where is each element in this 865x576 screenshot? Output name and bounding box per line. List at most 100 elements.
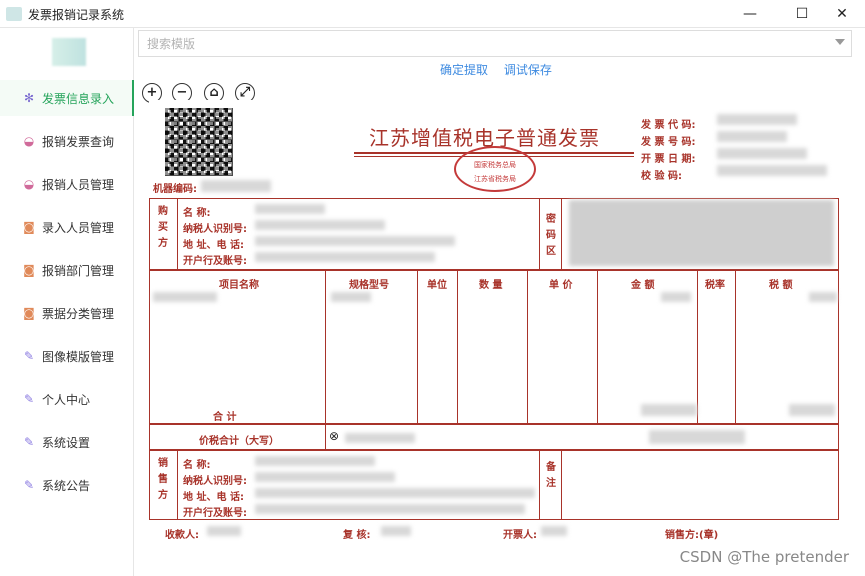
redacted-value [255, 204, 325, 214]
confirm-extract-link[interactable]: 确定提取 [440, 63, 488, 77]
nav-label: 个人中心 [42, 392, 91, 407]
redacted-value [201, 180, 271, 192]
close-button[interactable]: ✕ [819, 0, 865, 28]
divider [417, 270, 418, 424]
divider [177, 198, 178, 270]
redacted-value [717, 148, 807, 159]
nav-label: 录入人员管理 [42, 220, 115, 235]
nav-system-announcement[interactable]: ✎ 系统公告 [0, 467, 134, 503]
redacted-value [255, 488, 535, 498]
template-search[interactable] [138, 30, 852, 57]
brush-icon: ✎ [23, 349, 35, 363]
redacted-value [717, 114, 797, 125]
divider [561, 198, 562, 270]
check-code-label: 校 验 码: [641, 171, 682, 182]
col-item-name: 项目名称 [219, 280, 259, 291]
invoice-image[interactable]: 机器编码: 江苏增值税电子普通发票 国家税务总局 江苏省税务局 发 票 代 码:… [149, 100, 843, 570]
redacted-value [789, 404, 835, 416]
nav-system-settings[interactable]: ✎ 系统设置 [0, 424, 134, 460]
divider [539, 450, 540, 520]
divider [527, 270, 528, 424]
redacted-value [649, 430, 745, 444]
payee-label: 收款人: [165, 530, 199, 541]
nav-label: 图像模版管理 [42, 349, 115, 364]
col-price: 单 价 [549, 280, 573, 291]
redacted-value [331, 292, 371, 302]
col-qty: 数 量 [479, 280, 503, 291]
redacted-value [717, 131, 787, 142]
action-links: 确定提取 调试保存 [440, 61, 564, 78]
sidebar: ✻ 发票信息录入 ◒ 报销发票查询 ◒ 报销人员管理 ◙ 录入人员管理 ◙ 报销… [0, 28, 134, 576]
invoice-number-label: 发 票 号 码: [641, 137, 696, 148]
col-amount: 金 额 [631, 280, 655, 291]
app-icon [6, 7, 22, 21]
redacted-value [541, 526, 567, 536]
buyer-address-label: 地 址、电 话: [183, 240, 244, 251]
seller-taxid-label: 纳税人识别号: [183, 476, 247, 487]
password-area-label: 密码区 [546, 214, 556, 257]
redacted-value [255, 504, 525, 514]
divider [697, 270, 698, 424]
divider [539, 198, 540, 270]
col-tax-rate: 税率 [705, 280, 725, 291]
nav-label: 票据分类管理 [42, 306, 115, 321]
seller-seal-label: 销售方:(章) [665, 530, 719, 541]
nav-personal-center[interactable]: ✎ 个人中心 [0, 381, 134, 417]
nav-label: 系统公告 [42, 478, 91, 493]
nav-category-management[interactable]: ◙ 票据分类管理 [0, 295, 134, 331]
redacted-value [717, 165, 827, 176]
brush-icon: ✎ [23, 392, 35, 406]
nav-label: 报销发票查询 [42, 134, 115, 149]
nav-template-management[interactable]: ✎ 图像模版管理 [0, 338, 134, 374]
nav-operator-management[interactable]: ◙ 录入人员管理 [0, 209, 134, 245]
mirror-icon: ◙ [23, 306, 35, 320]
divider [457, 270, 458, 424]
pinwheel-icon: ✻ [23, 91, 35, 105]
divider [597, 270, 598, 424]
mirror-icon: ◙ [23, 263, 35, 277]
redacted-value [255, 236, 455, 246]
nav-label: 发票信息录入 [42, 91, 115, 106]
divider [325, 424, 326, 450]
divider [177, 450, 178, 520]
buyer-name-label: 名 称: [183, 208, 211, 219]
col-unit: 单位 [427, 280, 447, 291]
mirror-icon: ◙ [23, 220, 35, 234]
invoice-date-label: 开 票 日 期: [641, 154, 696, 165]
debug-save-link[interactable]: 调试保存 [504, 63, 552, 77]
nav-label: 报销人员管理 [42, 177, 115, 192]
seller-label: 销售方 [158, 458, 168, 501]
watermark: CSDN @The pretender [679, 548, 849, 566]
main-area: 确定提取 调试保存 + − ⌂ ⤢ 机器编码: 江苏增值税电子普通发票 国家税务… [135, 28, 865, 576]
reviewer-label: 复 核: [343, 530, 371, 541]
nav-invoice-entry[interactable]: ✻ 发票信息录入 [0, 80, 134, 116]
seller-address-label: 地 址、电 话: [183, 492, 244, 503]
nav-label: 报销部门管理 [42, 263, 115, 278]
nav-department-management[interactable]: ◙ 报销部门管理 [0, 252, 134, 288]
minimize-button[interactable]: — [727, 0, 773, 28]
invoice-stamp: 国家税务总局 江苏省税务局 [454, 146, 536, 192]
chevron-down-icon[interactable] [835, 39, 845, 45]
seller-name-label: 名 称: [183, 460, 211, 471]
lipstick-icon: ◒ [23, 177, 35, 191]
col-spec: 规格型号 [349, 280, 389, 291]
redacted-value [153, 292, 217, 302]
divider [325, 270, 326, 424]
nav-claimant-management[interactable]: ◒ 报销人员管理 [0, 166, 134, 202]
brush-icon: ✎ [23, 478, 35, 492]
search-input[interactable] [139, 31, 819, 56]
buyer-label: 购买方 [158, 206, 168, 249]
window-title: 发票报销记录系统 [28, 8, 125, 22]
buyer-taxid-label: 纳税人识别号: [183, 224, 247, 235]
brush-icon: ✎ [23, 435, 35, 449]
divider [561, 450, 562, 520]
subtotal-label: 合 计 [213, 412, 237, 423]
drawer-label: 开票人: [503, 530, 537, 541]
redacted-value [661, 292, 691, 302]
lipstick-icon: ◒ [23, 134, 35, 148]
logo [52, 38, 86, 66]
title-bar: 发票报销记录系统 — ☐ ✕ [0, 0, 865, 28]
nav-invoice-query[interactable]: ◒ 报销发票查询 [0, 123, 134, 159]
invoice-code-label: 发 票 代 码: [641, 120, 696, 131]
redacted-value [255, 220, 385, 230]
